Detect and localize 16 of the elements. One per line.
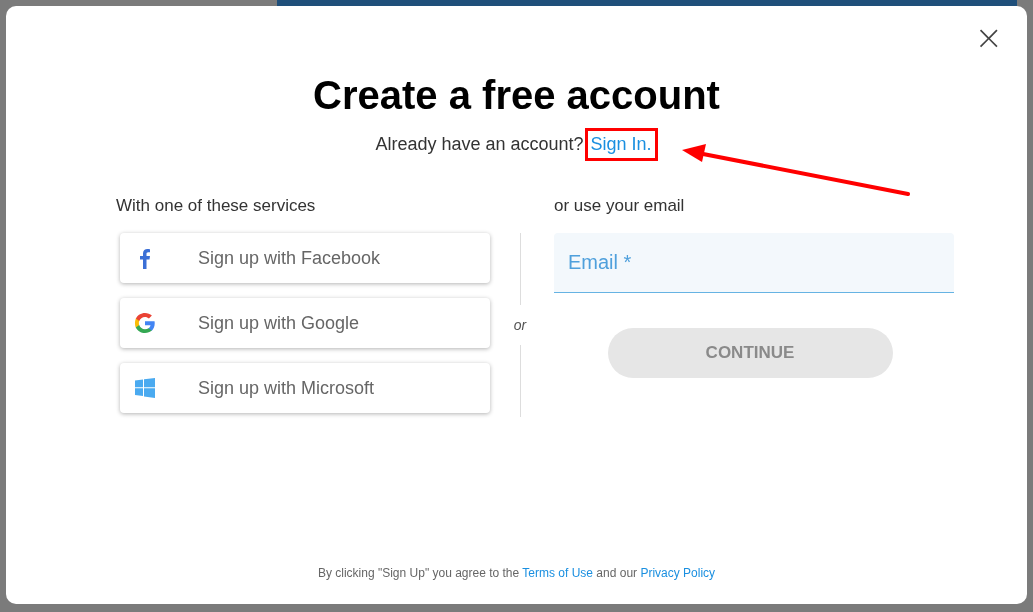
separator-text: or	[513, 317, 527, 333]
windows-icon	[134, 377, 156, 399]
social-signup-button[interactable]: Sign up with Microsoft	[120, 363, 490, 413]
terms-text: By clicking "Sign Up" you agree to the Terms of Use and our Privacy Policy	[316, 566, 717, 580]
google-icon	[134, 312, 156, 334]
dialog-title: Create a free account	[312, 72, 721, 118]
social-signup-button[interactable]: Sign up with Facebook	[120, 233, 490, 283]
social-signup-button[interactable]: Sign up with Google	[120, 298, 490, 348]
email-label: or use your email	[554, 195, 686, 217]
services-label: With one of these services	[116, 195, 317, 217]
sign-in-link[interactable]: Sign In.	[584, 128, 658, 161]
subtitle-text: Already have an account?	[375, 134, 584, 155]
close-button[interactable]: ×	[970, 20, 1007, 54]
email-field[interactable]: Email *	[554, 233, 954, 293]
privacy-link[interactable]: Privacy Policy	[640, 566, 716, 580]
terms-link[interactable]: Terms of Use	[522, 566, 593, 580]
